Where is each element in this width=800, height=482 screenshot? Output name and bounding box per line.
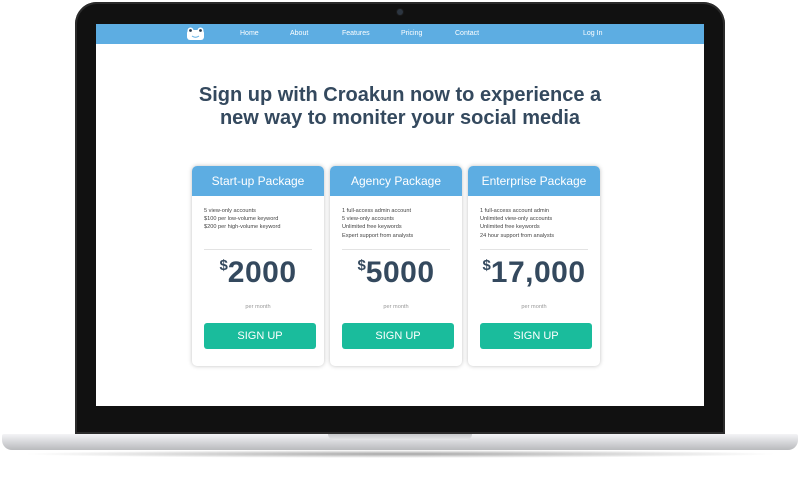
price-amount: 2000 — [227, 256, 297, 289]
nav-about-link[interactable]: About — [290, 24, 308, 44]
laptop-notch — [328, 434, 472, 440]
feature-list: 5 view-only accounts $100 per low-volume… — [204, 207, 316, 232]
nav-login-link[interactable]: Log In — [583, 24, 602, 44]
laptop-frame: Home About Features Pricing Contact Log … — [0, 0, 800, 482]
feature-item: Unlimited free keywords — [342, 224, 402, 231]
feature-item: $100 per low-volume keyword — [204, 216, 279, 223]
price: $2000 — [192, 256, 324, 290]
card-title: Agency Package — [330, 166, 462, 196]
hero-heading-line-1: Sign up with Croakun now to experience a — [198, 84, 602, 106]
price-amount: 17,000 — [490, 256, 586, 289]
card-title: Start-up Package — [192, 166, 324, 196]
pricing-card-startup: Start-up Package 5 view-only accounts $1… — [192, 166, 324, 366]
laptop-screen: Home About Features Pricing Contact Log … — [96, 24, 704, 406]
feature-item: $200 per high-volume keyword — [204, 224, 281, 231]
sign-up-button[interactable]: SIGN UP — [342, 323, 454, 349]
top-navbar: Home About Features Pricing Contact Log … — [96, 24, 704, 44]
laptop-shadow — [20, 450, 780, 458]
price: $5000 — [330, 256, 462, 290]
feature-item: 5 view-only accounts — [204, 208, 256, 214]
feature-list: 1 full-access account admin Unlimited vi… — [480, 207, 592, 240]
sign-up-button[interactable]: SIGN UP — [480, 323, 592, 349]
sign-up-button[interactable]: SIGN UP — [204, 323, 316, 349]
currency-symbol: $ — [219, 257, 228, 274]
feature-item: 1 full-access admin account — [342, 208, 412, 214]
nav-contact-link[interactable]: Contact — [455, 24, 479, 44]
currency-symbol: $ — [482, 257, 491, 274]
feature-item: Expert support from analysts — [342, 232, 414, 239]
card-divider — [342, 249, 450, 250]
feature-item: 24 hour support from analysts — [480, 232, 554, 239]
pricing-card-enterprise: Enterprise Package 1 full-access account… — [468, 166, 600, 366]
nav-home-link[interactable]: Home — [240, 24, 259, 44]
billing-period: per month — [383, 304, 409, 310]
price: $17,000 — [468, 256, 600, 290]
card-divider — [204, 249, 312, 250]
nav-features-link[interactable]: Features — [342, 24, 370, 44]
hero-heading: Sign up with Croakun now to experience a… — [96, 84, 704, 130]
hero-heading-line-2: new way to moniter your social media — [219, 107, 581, 129]
nav-pricing-link[interactable]: Pricing — [401, 24, 422, 44]
card-title: Enterprise Package — [468, 166, 600, 196]
feature-item: Unlimited view-only accounts — [480, 216, 553, 223]
price-amount: 5000 — [365, 256, 435, 289]
billing-period: per month — [521, 304, 547, 310]
feature-item: Unlimited free keywords — [480, 224, 540, 231]
feature-item: 5 view-only accounts — [342, 216, 394, 223]
billing-period: per month — [245, 304, 271, 310]
feature-list: 1 full-access admin account 5 view-only … — [342, 207, 454, 240]
webcam-icon — [397, 9, 403, 15]
pricing-card-agency: Agency Package 1 full-access admin accou… — [330, 166, 462, 366]
card-divider — [480, 249, 588, 250]
currency-symbol: $ — [357, 257, 366, 274]
feature-item: 1 full-access account admin — [480, 208, 550, 214]
frog-logo-icon[interactable] — [186, 27, 205, 41]
